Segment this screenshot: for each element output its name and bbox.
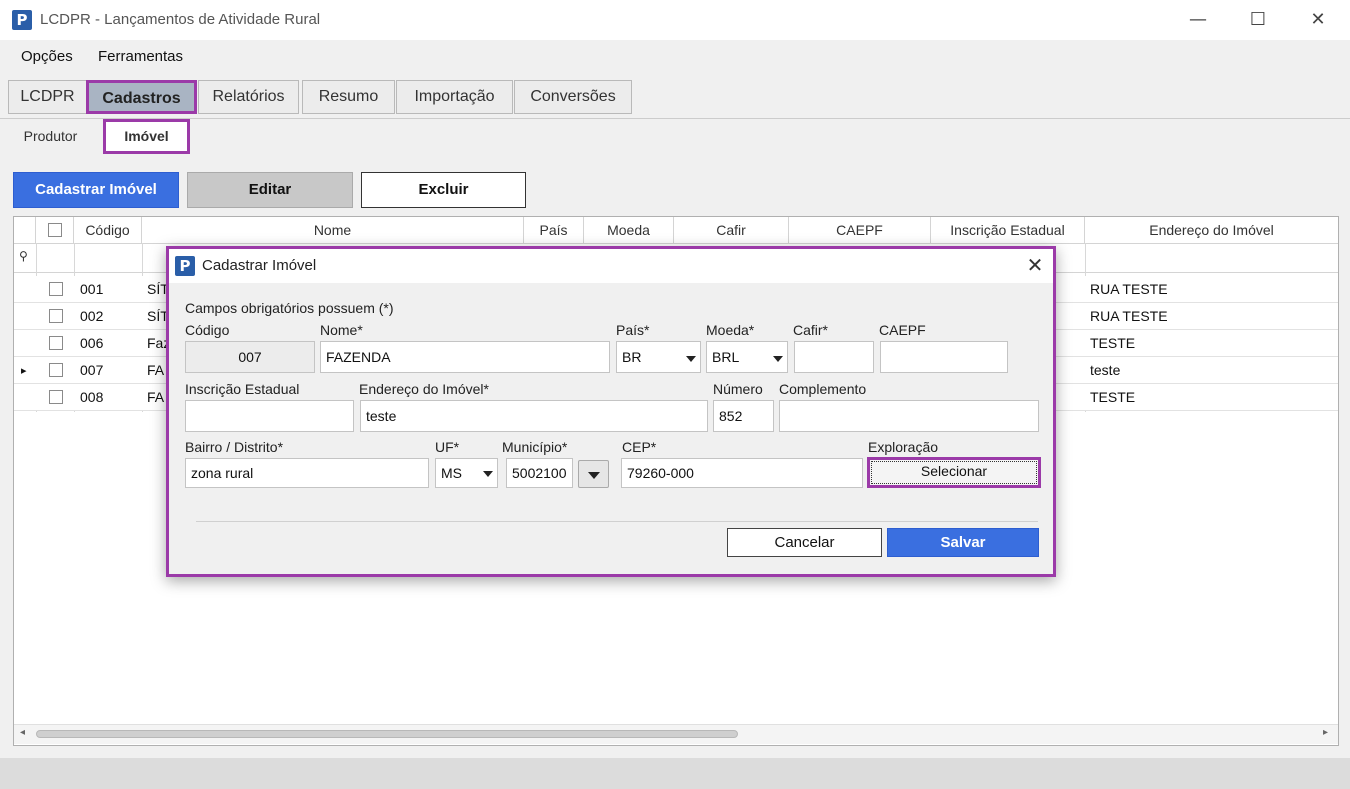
chevron-down-icon bbox=[588, 472, 600, 479]
label-caepf: CAEPF bbox=[879, 322, 926, 338]
subtab-strip bbox=[0, 118, 1350, 158]
cell-endereco: TESTE bbox=[1090, 335, 1136, 351]
dialog-separator bbox=[196, 521, 1038, 522]
codigo-field: 007 bbox=[185, 341, 315, 373]
row-checkbox[interactable] bbox=[49, 282, 63, 296]
menu-bar bbox=[0, 40, 1350, 72]
label-complemento: Complemento bbox=[779, 381, 867, 397]
minimize-icon[interactable]: — bbox=[1183, 8, 1213, 32]
tab-cadastros[interactable]: Cadastros bbox=[86, 80, 197, 114]
label-exploracao: Exploração bbox=[868, 439, 939, 455]
complemento-field[interactable] bbox=[779, 400, 1039, 432]
uf-value: MS bbox=[441, 465, 462, 481]
current-row-icon: ▸ bbox=[21, 364, 27, 377]
scroll-right-icon[interactable]: ▸ bbox=[1323, 727, 1328, 738]
maximize-icon[interactable]: ☐ bbox=[1243, 8, 1273, 32]
municipio-lookup-button[interactable] bbox=[578, 460, 609, 488]
tab-lcdpr[interactable]: LCDPR bbox=[8, 80, 87, 114]
dialog-logo-icon: P bbox=[175, 256, 195, 276]
label-inscricao: Inscrição Estadual bbox=[185, 381, 300, 397]
column-header-moeda[interactable]: Moeda bbox=[584, 217, 674, 243]
select-all-checkbox[interactable] bbox=[48, 223, 62, 237]
label-pais: País* bbox=[616, 322, 650, 338]
chevron-down-icon bbox=[483, 471, 493, 477]
numero-field[interactable]: 852 bbox=[713, 400, 774, 432]
label-municipio: Município* bbox=[502, 439, 568, 455]
status-bar bbox=[0, 758, 1350, 789]
cell-codigo: 002 bbox=[80, 308, 104, 324]
cell-codigo: 007 bbox=[80, 362, 104, 378]
cell-endereco: RUA TESTE bbox=[1090, 281, 1168, 297]
column-header-caepf[interactable]: CAEPF bbox=[789, 217, 931, 243]
cell-endereco: teste bbox=[1090, 362, 1121, 378]
chevron-down-icon bbox=[773, 356, 783, 362]
label-nome: Nome* bbox=[320, 322, 363, 338]
select-all-header bbox=[36, 217, 74, 243]
label-codigo: Código bbox=[185, 322, 230, 338]
row-checkbox[interactable] bbox=[49, 363, 63, 377]
row-checkbox[interactable] bbox=[49, 309, 63, 323]
moeda-select[interactable]: BRL bbox=[706, 341, 788, 373]
caepf-field[interactable] bbox=[880, 341, 1008, 373]
cell-codigo: 001 bbox=[80, 281, 104, 297]
label-moeda: Moeda* bbox=[706, 322, 755, 338]
subtab-imovel[interactable]: Imóvel bbox=[103, 119, 190, 154]
tab-relatorios[interactable]: Relatórios bbox=[198, 80, 299, 114]
cafir-field[interactable] bbox=[794, 341, 874, 373]
label-cep: CEP* bbox=[622, 439, 657, 455]
focus-outline bbox=[871, 461, 1037, 484]
column-header-endereco[interactable]: Endereço do Imóvel bbox=[1085, 217, 1338, 243]
nome-field[interactable]: FAZENDA bbox=[320, 341, 610, 373]
dialog-title: Cadastrar Imóvel bbox=[202, 257, 317, 274]
column-header-cafir[interactable]: Cafir bbox=[674, 217, 789, 243]
cell-codigo: 008 bbox=[80, 389, 104, 405]
editar-button[interactable]: Editar bbox=[187, 172, 353, 208]
row-checkbox[interactable] bbox=[49, 390, 63, 404]
column-header-inscricao[interactable]: Inscrição Estadual bbox=[931, 217, 1085, 243]
endereco-field[interactable]: teste bbox=[360, 400, 708, 432]
cell-nome: FA bbox=[147, 389, 165, 405]
cell-endereco: RUA TESTE bbox=[1090, 308, 1168, 324]
pais-value: BR bbox=[622, 349, 642, 365]
inscricao-field[interactable] bbox=[185, 400, 354, 432]
tab-resumo[interactable]: Resumo bbox=[302, 80, 395, 114]
label-uf: UF* bbox=[435, 439, 460, 455]
bairro-field[interactable]: zona rural bbox=[185, 458, 429, 488]
label-numero: Número bbox=[713, 381, 763, 397]
column-header-codigo[interactable]: Código bbox=[74, 217, 142, 243]
dialog-close-icon[interactable]: ✕ bbox=[1022, 254, 1048, 278]
cancelar-button[interactable]: Cancelar bbox=[727, 528, 882, 557]
label-cafir: Cafir* bbox=[793, 322, 829, 338]
pais-select[interactable]: BR bbox=[616, 341, 701, 373]
subtab-produtor[interactable]: Produtor bbox=[13, 122, 88, 152]
label-endereco: Endereço do Imóvel* bbox=[359, 381, 489, 397]
moeda-value: BRL bbox=[712, 349, 740, 365]
required-fields-note: Campos obrigatórios possuem (*) bbox=[185, 300, 394, 316]
cell-endereco: TESTE bbox=[1090, 389, 1136, 405]
cell-nome: FA bbox=[147, 362, 165, 378]
row-indicator-header bbox=[14, 217, 36, 243]
cell-codigo: 006 bbox=[80, 335, 104, 351]
label-bairro: Bairro / Distrito* bbox=[185, 439, 284, 455]
menu-ferramentas[interactable]: Ferramentas bbox=[98, 48, 183, 65]
window-title: LCDPR - Lançamentos de Atividade Rural bbox=[40, 11, 321, 28]
column-header-nome[interactable]: Nome bbox=[142, 217, 524, 243]
column-header-pais[interactable]: País bbox=[524, 217, 584, 243]
tab-importacao[interactable]: Importação bbox=[396, 80, 513, 114]
excluir-button[interactable]: Excluir bbox=[361, 172, 526, 208]
municipio-field[interactable]: 5002100 bbox=[506, 458, 573, 488]
tab-conversoes[interactable]: Conversões bbox=[514, 80, 632, 114]
chevron-down-icon bbox=[686, 356, 696, 362]
app-logo-icon: P bbox=[12, 10, 32, 30]
menu-opcoes[interactable]: Opções bbox=[21, 48, 73, 65]
scroll-left-icon[interactable]: ◂ bbox=[20, 727, 25, 738]
scrollbar-thumb[interactable] bbox=[36, 730, 738, 738]
cadastrar-imovel-button[interactable]: Cadastrar Imóvel bbox=[13, 172, 179, 208]
cep-field[interactable]: 79260-000 bbox=[621, 458, 863, 488]
uf-select[interactable]: MS bbox=[435, 458, 498, 488]
salvar-button[interactable]: Salvar bbox=[887, 528, 1039, 557]
filter-icon[interactable]: ⚲ bbox=[19, 249, 28, 263]
row-checkbox[interactable] bbox=[49, 336, 63, 350]
close-window-icon[interactable]: ✕ bbox=[1303, 8, 1333, 32]
